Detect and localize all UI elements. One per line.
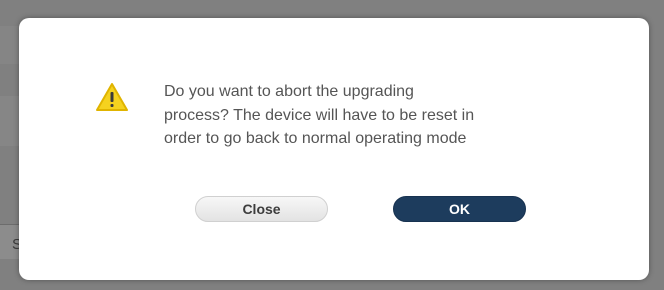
close-button[interactable]: Close xyxy=(195,196,328,222)
close-button-label: Close xyxy=(242,201,281,217)
warning-icon xyxy=(96,83,128,111)
background-panel xyxy=(0,26,20,64)
dialog-message-line: order to go back to normal operating mod… xyxy=(164,130,467,147)
background-panel xyxy=(0,96,20,146)
dialog-message: Do you want to abort the upgrading proce… xyxy=(164,80,584,151)
dialog-message-line: process? The device will have to be rese… xyxy=(164,106,475,124)
dialog-message-line: Do you want to abort the upgrading xyxy=(164,83,414,100)
ok-button-label: OK xyxy=(449,201,470,217)
ok-button[interactable]: OK xyxy=(393,196,526,222)
abort-upgrade-dialog: Do you want to abort the upgrading proce… xyxy=(19,18,649,280)
